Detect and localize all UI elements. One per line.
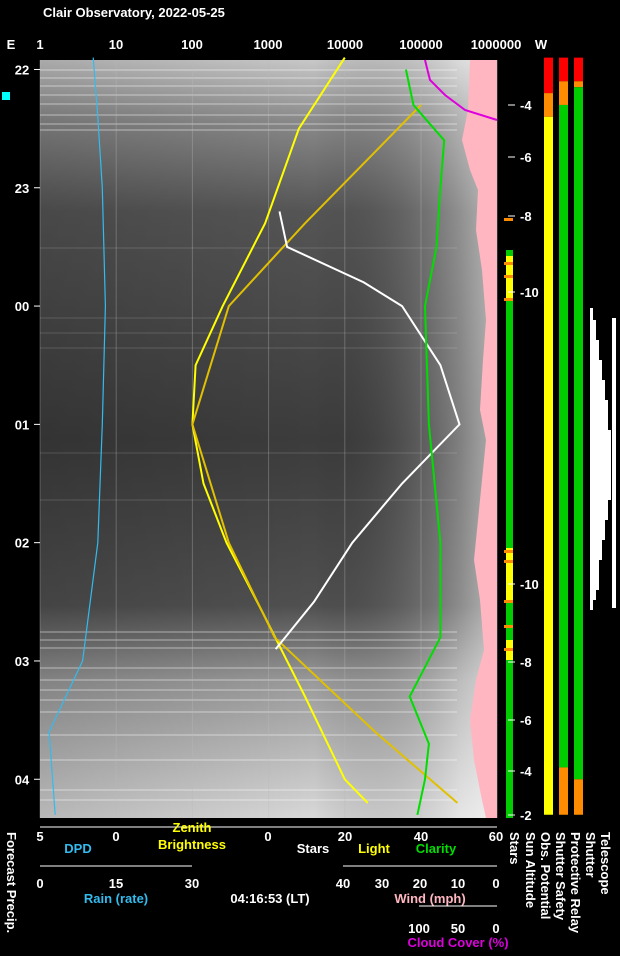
sun-altitude-tick-label: -8 (520, 209, 532, 224)
telescope-bar (599, 360, 602, 560)
bottom-tick-label: 5 (36, 829, 43, 844)
protective-relay-label: Protective Relay (568, 832, 583, 934)
wind-tick-label: 10 (451, 876, 465, 891)
top-tick-label: 100000 (399, 37, 442, 52)
status-bar-protective-relay (574, 81, 583, 88)
time-tick-label: 02 (15, 536, 29, 551)
forecast-precip-label: Forecast Precip. (4, 832, 19, 933)
status-bar-obs-potential (544, 57, 553, 94)
light-axis-label: Light (358, 841, 390, 856)
status-bar-shutter-safety (559, 767, 568, 815)
time-tick-label: 00 (15, 299, 29, 314)
sun-altitude-tick-label: -10 (520, 577, 539, 592)
forecast-strip-marker (504, 275, 513, 278)
time-tick-label: 03 (15, 654, 29, 669)
time-tick-label: 04 (15, 772, 30, 787)
chart-title: Clair Observatory, 2022-05-25 (43, 5, 225, 20)
forecast-strip-marker (504, 298, 513, 301)
forecast-strip-marker (504, 648, 513, 651)
bottom-tick-label: 0 (112, 829, 119, 844)
forecast-strip-yellow (506, 548, 513, 600)
bottom-tick-label: 0 (264, 829, 271, 844)
telescope-bar (596, 340, 599, 590)
rain-tick-label: 30 (185, 876, 199, 891)
top-tick-label: 1000000 (471, 37, 522, 52)
rain-tick-label: 0 (36, 876, 43, 891)
forecast-strip-marker (504, 600, 513, 603)
rain-axis-label: Rain (rate) (84, 891, 148, 906)
cloud-tick-label: 100 (408, 921, 430, 936)
telescope-bar (593, 320, 596, 600)
sun-altitude-tick-label: -2 (520, 808, 532, 823)
stars-vertical-label: Stars (507, 832, 522, 865)
observatory-chart: Clair Observatory, 2022-05-25 E W1 10 100 10… (2, 5, 616, 950)
sun-altitude-tick-label: -10 (520, 285, 539, 300)
status-bar-shutter-safety (559, 104, 568, 768)
forecast-precip-strip (504, 218, 513, 818)
cloud-axis-label: Cloud Cover (%) (407, 935, 508, 950)
shutter-safety-label: Shutter Safety (553, 832, 568, 921)
status-bar-protective-relay (574, 57, 583, 82)
clarity-axis-label: Clarity (416, 841, 457, 856)
stars-axis-label: Stars (297, 841, 330, 856)
telescope-label: Telescope (598, 832, 613, 895)
top-tick-label: 1000 (254, 37, 283, 52)
forecast-strip-marker (504, 262, 513, 265)
cloud-tick-label: 50 (451, 921, 465, 936)
status-bars (544, 57, 583, 815)
dpd-axis-label: DPD (64, 841, 91, 856)
top-tick-label: 100 (181, 37, 203, 52)
axis-east-label: E (7, 37, 16, 52)
bottom-tick-label: 20 (338, 829, 352, 844)
wind-tick-label: 20 (413, 876, 427, 891)
obs-potential-label: Obs. Potential (538, 832, 553, 919)
sun-altitude-tick-label: -4 (520, 98, 532, 113)
sun-altitude-label: Sun Altitude (523, 832, 538, 908)
rain-tick-label: 15 (109, 876, 123, 891)
time-tick-label: 23 (15, 181, 29, 196)
telescope-bar (602, 380, 605, 540)
wind-tick-label: 0 (492, 876, 499, 891)
telescope-bar (590, 308, 593, 610)
status-bar-obs-potential (544, 93, 553, 117)
status-bar-shutter-safety (559, 81, 568, 105)
forecast-strip-green (506, 250, 513, 818)
forecast-strip-marker (504, 560, 513, 563)
status-bar-protective-relay (574, 779, 583, 815)
top-tick-label: 10 (109, 37, 123, 52)
status-bar-shutter-safety (559, 57, 568, 82)
cloud-tick-label: 0 (492, 921, 499, 936)
top-tick-label: 10000 (327, 37, 363, 52)
wind-tick-label: 30 (375, 876, 389, 891)
sun-altitude-tick-label: -6 (520, 713, 532, 728)
bottom-tick-label: 60 (489, 829, 503, 844)
forecast-strip-marker (504, 625, 513, 628)
telescope-status-strip (590, 308, 616, 610)
current-time-marker (2, 92, 10, 100)
wind-tick-label: 40 (336, 876, 350, 891)
sun-altitude-tick-label: -4 (520, 764, 532, 779)
telescope-bar (612, 318, 616, 608)
timestamp-label: 04:16:53 (LT) (230, 891, 309, 906)
time-tick-label: 22 (15, 62, 29, 77)
shutter-label: Shutter (583, 832, 598, 878)
wind-axis-label: Wind (mph) (394, 891, 465, 906)
forecast-strip-marker (504, 550, 513, 553)
sun-altitude-tick-label: -8 (520, 655, 532, 670)
forecast-strip-marker (504, 218, 513, 221)
brightness-axis-label: Brightness (158, 837, 226, 852)
status-bar-protective-relay (574, 87, 583, 780)
sun-altitude-tick-label: -6 (520, 150, 532, 165)
top-tick-label: 1 (36, 37, 43, 52)
zenith-axis-label: Zenith (173, 820, 212, 835)
telescope-bar (605, 400, 608, 520)
axis-west-label: W (535, 37, 548, 52)
telescope-bar (608, 430, 611, 500)
status-bar-obs-potential (544, 116, 553, 815)
time-tick-label: 01 (15, 417, 29, 432)
